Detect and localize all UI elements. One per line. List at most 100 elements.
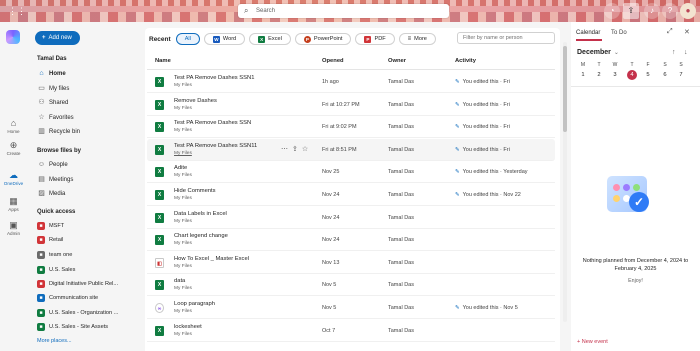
calendar-day[interactable]: 7 bbox=[676, 70, 686, 80]
nav-item-recycle-bin[interactable]: ▥ Recycle bin bbox=[37, 126, 141, 138]
add-new-button[interactable]: + Add new bbox=[35, 31, 80, 45]
calendar-day[interactable]: 2 bbox=[594, 70, 604, 80]
column-header-activity[interactable]: Activity bbox=[455, 58, 476, 64]
file-location[interactable]: My Files bbox=[174, 83, 192, 88]
file-name[interactable]: Loop paragraph bbox=[174, 301, 215, 307]
file-name[interactable]: Remove Dashes bbox=[174, 98, 217, 104]
file-row[interactable]: X Test PA Remove Dashes SSN1 My Files 1h ag… bbox=[147, 71, 555, 93]
owner-name[interactable]: Tamal Das bbox=[388, 192, 414, 198]
file-row[interactable]: X Test PA Remove Dashes SSN11 My Files ⋯⇪☆ F… bbox=[147, 138, 555, 161]
owner-name[interactable]: Tamal Das bbox=[388, 215, 414, 221]
tab-calendar[interactable]: Calendar bbox=[576, 30, 600, 36]
quick-access-item[interactable]: ■ team one bbox=[37, 249, 141, 261]
nav-item-my-files[interactable]: ▭ My files bbox=[37, 83, 141, 95]
file-location[interactable]: My Files bbox=[174, 106, 192, 111]
scrollbar-thumb[interactable] bbox=[563, 46, 567, 132]
calendar-day[interactable]: 6 bbox=[660, 70, 670, 80]
file-row[interactable]: ◧ How To Excel _ Master Excel My Files Nov … bbox=[147, 252, 555, 274]
bell-icon[interactable]: ♪ bbox=[644, 3, 660, 19]
filter-chip-pdf[interactable]: P PDF bbox=[355, 33, 395, 45]
file-row[interactable]: X Adite My Files Nov 25 Tamal Das ✎ You edited… bbox=[147, 161, 555, 184]
avatar[interactable]: ● bbox=[680, 3, 696, 19]
owner-name[interactable]: Tamal Das bbox=[388, 147, 414, 153]
file-row[interactable]: X Hide Comments My Files Nov 24 Tamal Das ✎ Yo… bbox=[147, 184, 555, 206]
expand-icon[interactable]: ⤢ bbox=[667, 28, 673, 36]
owner-name[interactable]: Tamal Das bbox=[388, 305, 414, 311]
rail-item-home[interactable]: ⌂ Home bbox=[0, 118, 27, 134]
file-name[interactable]: Test PA Remove Dashes SSN11 bbox=[174, 143, 257, 149]
file-row[interactable]: X Test PA Remove Dashes SSN My Files Fri at… bbox=[147, 116, 555, 139]
rail-item-admin[interactable]: ▣ Admin bbox=[0, 220, 27, 236]
owner-name[interactable]: Tamal Das bbox=[388, 102, 414, 108]
file-location[interactable]: My Files bbox=[174, 128, 192, 133]
share-icon[interactable]: ⇪ bbox=[623, 3, 639, 19]
copilot-icon[interactable]: ◔ bbox=[604, 3, 620, 19]
file-row[interactable]: Xlockesheet My Files Oct 7 Tamal Das bbox=[147, 320, 555, 342]
quick-access-item[interactable]: ■ Communication site bbox=[37, 292, 141, 304]
file-name[interactable]: Test PA Remove Dashes SSN bbox=[174, 120, 251, 126]
nav-item-media[interactable]: ▨ Media bbox=[37, 188, 141, 200]
quick-access-item[interactable]: ■ U.S. Sales bbox=[37, 264, 141, 276]
quick-access-item[interactable]: ■ U.S. Sales - Organization ... bbox=[37, 307, 141, 319]
file-row[interactable]: X Remove Dashes My Files Fri at 10:27 PM Tam… bbox=[147, 94, 555, 116]
filter-chip-powerpoint[interactable]: P PowerPoint bbox=[294, 33, 352, 45]
search-box[interactable]: ⌕ Search bbox=[238, 4, 449, 18]
file-name[interactable]: Test PA Remove Dashes SSN1 bbox=[174, 75, 254, 81]
owner-name[interactable]: Tamal Das bbox=[388, 260, 414, 266]
share-icon[interactable]: ⇪ bbox=[292, 146, 302, 153]
star-icon[interactable]: ☆ bbox=[302, 146, 312, 153]
owner-name[interactable]: Tamal Das bbox=[388, 282, 414, 288]
previous-month-icon[interactable]: ↑ bbox=[672, 49, 676, 56]
file-name[interactable]: Chart legend change bbox=[174, 233, 228, 239]
nav-item-home[interactable]: ⌂ Home bbox=[37, 68, 141, 80]
file-name[interactable]: Adite bbox=[174, 165, 187, 171]
calendar-day-today[interactable]: 4 bbox=[627, 70, 637, 80]
column-header-name[interactable]: Name bbox=[155, 58, 171, 64]
tab-todo[interactable]: To Do bbox=[611, 30, 627, 36]
quick-access-item[interactable]: ■ MSFT bbox=[37, 220, 141, 232]
owner-name[interactable]: Tamal Das bbox=[388, 169, 414, 175]
help-icon[interactable]: ? bbox=[662, 3, 678, 19]
file-name[interactable]: Hide Comments bbox=[174, 188, 216, 194]
owner-name[interactable]: Tamal Das bbox=[388, 124, 414, 130]
file-row[interactable]: X Data Labels in Excel My Files Nov 24 Tamal… bbox=[147, 207, 555, 229]
m365-logo-icon[interactable] bbox=[6, 30, 20, 44]
quick-access-item[interactable]: ■ U.S. Sales - Site Assets bbox=[37, 321, 141, 333]
filter-chip-word[interactable]: W Word bbox=[203, 33, 246, 45]
calendar-day[interactable]: 3 bbox=[610, 70, 620, 80]
file-location[interactable]: My Files bbox=[174, 332, 192, 337]
filter-chip-all[interactable]: All bbox=[175, 33, 200, 45]
more-places-link[interactable]: More places... bbox=[37, 338, 72, 344]
more-options-icon[interactable]: ⋯ bbox=[281, 146, 292, 153]
file-row[interactable]: X Chart legend change My Files Nov 24 Tamal … bbox=[147, 229, 555, 252]
owner-name[interactable]: Tamal Das bbox=[388, 237, 414, 243]
nav-item-favorites[interactable]: ☆ Favorites bbox=[37, 112, 141, 124]
column-header-opened[interactable]: Opened bbox=[322, 58, 344, 64]
rail-item-onedrive[interactable]: ☁ OneDrive bbox=[0, 170, 27, 186]
file-name[interactable]: data bbox=[174, 278, 185, 284]
next-month-icon[interactable]: ↓ bbox=[684, 49, 688, 56]
rail-item-create[interactable]: ⊕ Create bbox=[0, 140, 27, 156]
filter-chip-excel[interactable]: X Excel bbox=[249, 33, 291, 45]
file-location[interactable]: My Files bbox=[174, 219, 192, 224]
owner-name[interactable]: Tamal Das bbox=[388, 328, 414, 334]
file-location[interactable]: My Files bbox=[174, 286, 192, 291]
new-event-button[interactable]: + New event bbox=[577, 339, 608, 345]
file-name[interactable]: How To Excel _ Master Excel bbox=[174, 256, 249, 262]
file-name[interactable]: Data Labels in Excel bbox=[174, 211, 227, 217]
quick-access-item[interactable]: ■ Digital Initiative Public Rel... bbox=[37, 278, 141, 290]
owner-name[interactable]: Tamal Das bbox=[388, 79, 414, 85]
file-list-scrollbar[interactable] bbox=[563, 42, 567, 322]
month-picker[interactable]: December ⌄ bbox=[577, 49, 619, 56]
filter-input[interactable]: Filter by name or person bbox=[457, 32, 555, 44]
rail-item-apps[interactable]: ▦ Apps bbox=[0, 196, 27, 212]
file-name[interactable]: lockesheet bbox=[174, 324, 202, 330]
file-location[interactable]: My Files bbox=[174, 264, 192, 269]
nav-item-shared[interactable]: ⚇ Shared bbox=[37, 97, 141, 109]
file-row[interactable]: ∞ Loop paragraph My Files Nov 5 Tamal Das ✎ Yo… bbox=[147, 297, 555, 319]
app-launcher-icon[interactable]: ⋮⋮ bbox=[8, 6, 26, 16]
file-location[interactable]: My Files bbox=[174, 151, 192, 156]
filter-chip-more[interactable]: ≡ More bbox=[398, 33, 436, 45]
nav-item-people[interactable]: ☺ People bbox=[37, 159, 141, 171]
file-row[interactable]: Xdata My Files Nov 5 Tamal Das bbox=[147, 274, 555, 297]
